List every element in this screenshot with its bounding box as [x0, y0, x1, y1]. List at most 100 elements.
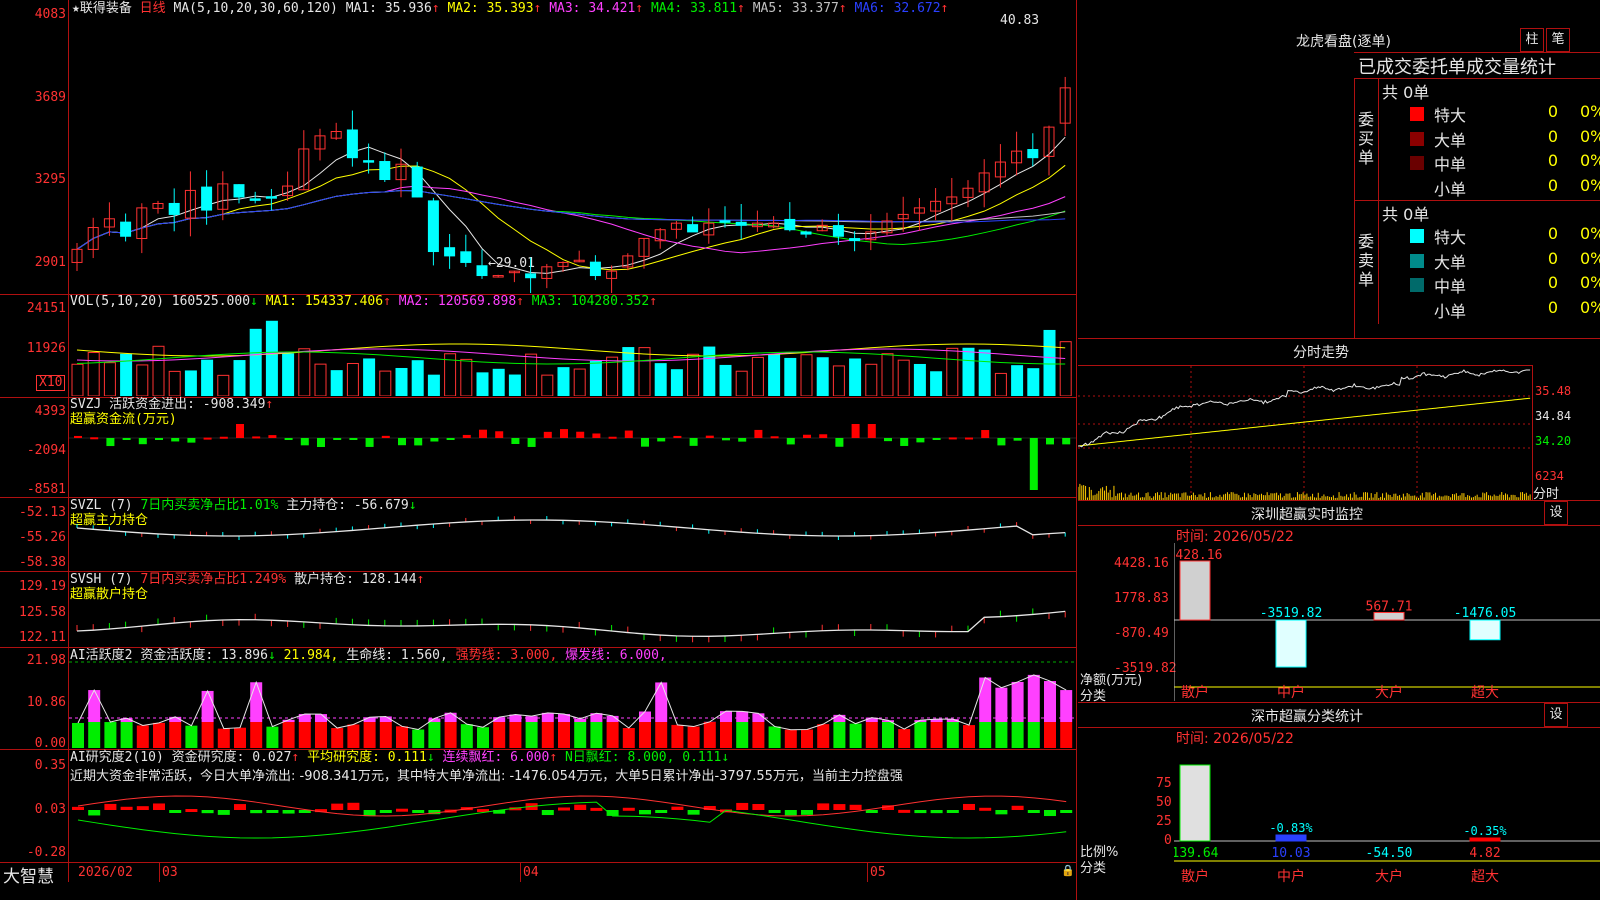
svzj-header: SVZJ 活跃资金进出: -908.349↑ [70, 397, 273, 413]
class-pct-label: -0.35% [1463, 824, 1507, 838]
activity-bar-top [250, 682, 263, 722]
class-pct-label: -0.83% [1269, 821, 1313, 835]
ma-line-2 [76, 164, 1066, 271]
vol-title: VOL(5,10,20) [70, 294, 164, 309]
intraday-panel[interactable]: 分时走势 35.48 34.84 34.20 6234 分时 [1078, 338, 1600, 502]
sell-row-0: 特大 0 0% [1410, 224, 1600, 248]
column-view-button[interactable]: 柱 [1520, 28, 1544, 52]
activity-bar-top [525, 716, 538, 722]
volume-bar [168, 370, 181, 396]
volume-chart[interactable] [69, 310, 1076, 396]
sz-monitor-chart[interactable]: 4428.16 散户 -3519.82 中户 567.71 大户 -1476.05 超大 [1174, 543, 1600, 701]
row-count: 0 [1547, 297, 1558, 317]
research-bar [979, 807, 992, 811]
volume-bar [962, 347, 975, 396]
research-bar [379, 810, 392, 813]
activity-bar [363, 722, 376, 748]
class-bar-3 [1469, 837, 1501, 842]
sz-monitor-settings-button[interactable]: 设 [1544, 501, 1568, 525]
lock-icon[interactable]: 🔒 [1061, 864, 1075, 877]
research-bar [331, 803, 344, 810]
activity-line [77, 674, 1067, 731]
candle [379, 161, 391, 181]
activity-bar [169, 722, 182, 748]
research-bar [541, 810, 554, 816]
volume-bar [816, 357, 829, 396]
flow-bar [495, 431, 504, 438]
ai1-chart[interactable] [69, 660, 1076, 748]
volume-bar [541, 374, 554, 396]
research-bar [1060, 810, 1073, 813]
flow-bar [770, 436, 779, 439]
tab-filled[interactable]: 已成交 [1358, 57, 1412, 78]
activity-bar [282, 722, 295, 748]
volume-bar [654, 363, 667, 396]
activity-bar [1011, 722, 1024, 748]
research-bar [801, 810, 813, 815]
volume-bar [978, 349, 991, 396]
candle [363, 160, 375, 163]
activity-bar [898, 729, 911, 748]
flow-bar [867, 424, 876, 438]
intraday-chart[interactable] [1078, 366, 1532, 500]
activity-bar [768, 726, 781, 748]
volume-bar [395, 367, 408, 396]
price-tick-4: 2901 [34, 255, 66, 270]
chart-area[interactable]: ★联得装备 日线 MA(5,10,20,30,60,120) MA1: 35.9… [0, 0, 1077, 900]
vol-tick-1: 24151 [26, 301, 66, 316]
research-bar [1011, 805, 1024, 810]
row-count: 0 [1547, 126, 1558, 146]
tab-orders[interactable]: 委托单 [1412, 57, 1466, 78]
activity-bar [963, 725, 975, 748]
activity-bar [979, 722, 992, 748]
candlestick-chart[interactable] [69, 18, 1076, 293]
activity-bar [817, 724, 830, 748]
volume-bar [184, 370, 197, 396]
monitor-value-label: -3519.82 [1260, 606, 1323, 621]
research-bar [995, 810, 1008, 815]
flow-bar [576, 431, 585, 438]
period-label[interactable]: 日线 [140, 1, 166, 16]
stock-name: ★联得装备 [72, 1, 132, 16]
candle [427, 200, 439, 253]
flow-bar [592, 433, 601, 438]
intraday-price-1: 35.48 [1535, 384, 1572, 398]
volume-bar [751, 356, 764, 396]
tab-volume-stats[interactable]: 成交量统计 [1466, 57, 1556, 78]
svsh-ratio: 7日内买卖净占比1.249% [140, 572, 287, 587]
research-bar [282, 810, 295, 814]
svsh-header: SVSH (7) 7日内买卖净占比1.249% 散户持仓: 128.144↑ [70, 572, 424, 588]
ai2-nday: N日飘红: 8.000, 0.111 [564, 750, 722, 765]
row-pct: 0% [1580, 248, 1600, 268]
sell-row-3: 小单 0 0% [1410, 298, 1600, 322]
sell-row-1: 大单 0 0% [1410, 249, 1600, 273]
sell-row-2: 中单 0 0% [1410, 273, 1600, 297]
flow-bar [673, 435, 682, 438]
ma6-arrow: ↑ [940, 1, 949, 16]
ma4-arrow: ↑ [737, 1, 745, 16]
svzj-chart[interactable] [69, 416, 1076, 496]
svzl-chart[interactable] [69, 514, 1076, 570]
volume-bar [265, 320, 278, 396]
ai2-title: AI研究度2(10) [70, 750, 164, 765]
volume-bar [930, 371, 943, 396]
sz-class-chart[interactable]: 139.64 散户 -0.83% 10.03 中户 -54.50 大户 -0.35% 4.82 超… [1174, 761, 1600, 899]
flow-bar [155, 438, 163, 440]
svsh-chart[interactable] [69, 588, 1076, 646]
volume-bar [233, 360, 246, 396]
svzl-value: -56.679 [353, 498, 409, 513]
ai2-chart[interactable] [69, 788, 1076, 861]
activity-bar [347, 724, 360, 748]
color-swatch [1410, 278, 1424, 292]
activity-bar [914, 722, 927, 748]
vol-value: 160525.000 [171, 294, 251, 309]
sz-class-settings-button[interactable]: 设 [1544, 703, 1568, 727]
tick-view-button[interactable]: 笔 [1546, 28, 1570, 52]
row-label: 特大 [1434, 106, 1467, 125]
volume-bar [282, 353, 295, 396]
volume-bar [881, 353, 894, 396]
activity-bar [752, 722, 765, 748]
research-bar [898, 809, 911, 813]
ma-line-6 [76, 190, 1066, 250]
price-tick-2: 3689 [34, 90, 66, 105]
